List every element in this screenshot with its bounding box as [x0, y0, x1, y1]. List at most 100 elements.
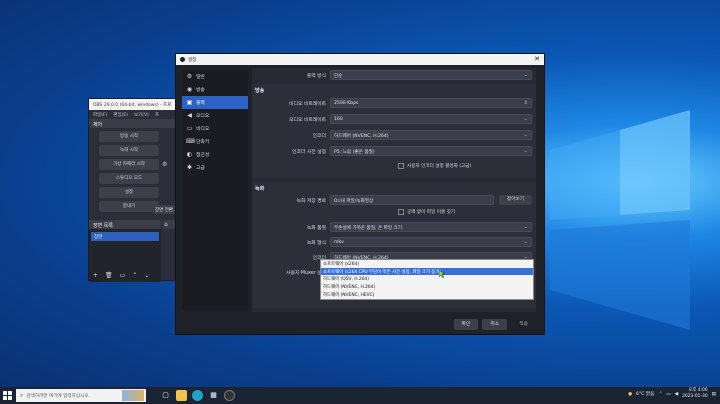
add-icon[interactable]: + [93, 272, 98, 279]
chevron-down-icon: ⌄ [523, 148, 528, 154]
volume-icon[interactable]: ◀ [675, 392, 679, 397]
no-space-filename-checkbox[interactable]: 공백 없이 파일 이름 짓기 [398, 209, 455, 215]
dropdown-option[interactable]: 소프트웨어 (x264) [321, 260, 533, 268]
exit-button[interactable]: 끝내기 [99, 201, 159, 212]
clock[interactable]: 오후 4:06 2023-01-30 [682, 388, 708, 400]
checkbox-box[interactable] [398, 209, 404, 215]
sidebar-item-general[interactable]: ⚙ 일반 [182, 70, 248, 83]
weather-text[interactable]: 6°C 맑음 [636, 391, 654, 397]
notification-icon[interactable]: ▤ [712, 392, 716, 397]
recording-quality-select[interactable]: 무손실에 가까운 품질, 큰 파일 크기 ⌄ [330, 222, 532, 232]
sidebar-item-label: 일반 [196, 75, 205, 80]
chevron-down-icon: ⌄ [523, 224, 528, 230]
controls-header: 제어 [89, 119, 179, 128]
virtual-camera-gear-icon[interactable]: ⚙ [162, 161, 167, 168]
store-icon[interactable]: ▦ [208, 390, 219, 401]
audio-bitrate-value: 160 [334, 117, 343, 122]
ok-button[interactable]: 확인 [453, 319, 479, 330]
encoder-dropdown-list[interactable]: 소프트웨어 (x264) 소프트웨어 (x264 CPU 부담이 적은 사전 설… [320, 259, 534, 300]
sidebar-item-audio[interactable]: ◀ 오디오 [182, 109, 248, 122]
sidebar-item-label: 고급 [196, 166, 205, 171]
speaker-icon: ◀ [187, 112, 192, 119]
spinner-icon: ⇕ [523, 100, 528, 106]
start-recording-button[interactable]: 녹화 시작 [99, 145, 159, 156]
settings-title: 설정 [188, 57, 197, 63]
obs-logo-icon [180, 57, 185, 62]
no-space-filename-label: 공백 없이 파일 이름 짓기 [407, 210, 456, 215]
checkbox-box[interactable] [398, 163, 404, 169]
sidebar-item-label: 출력 [196, 101, 205, 106]
settings-button[interactable]: 설정 [99, 187, 159, 198]
menu-edit[interactable]: 편집(E) [113, 112, 128, 118]
sidebar-item-video[interactable]: ▭ 비디오 [182, 122, 248, 135]
controls-panel: 방송 시작 녹화 시작 가상 카메라 시작 ⚙ 스튜디오 모드 설정 끝내기 [89, 128, 179, 215]
file-explorer-icon[interactable] [176, 390, 187, 401]
task-view-icon[interactable]: ▢ [160, 390, 171, 401]
chevron-down-icon[interactable]: ⌄ [144, 272, 149, 279]
scene-toolbar: + 🗑 ▭ ⌃ ⌄ [93, 272, 149, 279]
browse-button[interactable]: 찾아보기 [499, 195, 532, 205]
taskbar-search-input[interactable]: ⌕ 검색하려면 여기에 입력하십시오. [16, 389, 146, 402]
start-button[interactable] [0, 387, 14, 404]
settings-titlebar: 설정 ✕ [176, 54, 544, 65]
recording-path-input[interactable]: D:/내 파일/녹화영상 [330, 195, 494, 205]
stream-encoder-value: 하드웨어 (NVENC, H.264) [334, 134, 389, 139]
start-streaming-button[interactable]: 방송 시작 [99, 131, 159, 142]
obs-main-window[interactable]: OBS 29.0.0 (64-bit, windows) - 프로 파일(F) … [88, 98, 181, 282]
sidebar-item-stream[interactable]: ◉ 방송 [182, 83, 248, 96]
custom-encoder-checkbox[interactable]: 사용자 인코더 설정 활성화 (고급) [398, 163, 471, 169]
taskbar-apps: ▢ ▦ [160, 390, 235, 401]
scene-item[interactable]: 장면 [91, 232, 159, 241]
edge-icon[interactable] [192, 390, 203, 401]
start-virtual-camera-button[interactable]: 가상 카메라 시작 [99, 159, 159, 170]
streaming-header: 방송 [255, 88, 265, 94]
stream-encoder-label: 인코더 [312, 134, 326, 139]
close-icon[interactable]: ✕ [534, 55, 540, 63]
custom-encoder-label: 사용자 인코더 설정 활성화 (고급) [407, 164, 472, 169]
network-icon[interactable]: ▭ [666, 392, 670, 397]
output-mode-select[interactable]: 단순 ⌄ [330, 70, 532, 80]
dropdown-option[interactable]: 하드웨어 (NVENC, HEVC) [321, 291, 533, 299]
audio-bitrate-select[interactable]: 160 ⌄ [330, 114, 532, 124]
dropdown-option-highlighted[interactable]: 소프트웨어 (x264 CPU 부담이 적은 사전 설정, 파일 크기 증가) [321, 267, 533, 276]
sidebar-item-hotkeys[interactable]: ⌨ 단축키 [182, 135, 248, 148]
dropdown-option[interactable]: 하드웨어 (QSV, H.264) [321, 275, 533, 283]
chevron-up-icon[interactable]: ⌃ [132, 272, 137, 279]
chevron-down-icon: ⌄ [523, 239, 528, 245]
obs-menu-bar: 파일(F) 편집(E) 보기(V) 프 [89, 110, 179, 119]
recording-quality-value: 무손실에 가까운 품질, 큰 파일 크기 [334, 226, 402, 231]
studio-mode-button[interactable]: 스튜디오 모드 [99, 173, 159, 184]
obs-app-icon[interactable] [224, 390, 235, 401]
filter-icon[interactable]: ▭ [120, 272, 126, 279]
tray-chevron-icon[interactable]: ⌃ [658, 392, 662, 397]
apply-button[interactable]: 적용 [511, 319, 536, 330]
sidebar-item-accessibility[interactable]: ◐ 접근성 [182, 148, 248, 161]
keyboard-icon: ⌨ [186, 138, 195, 145]
menu-file[interactable]: 파일(F) [93, 112, 107, 118]
cancel-button[interactable]: 취소 [482, 319, 508, 330]
accessibility-icon: ◐ [186, 151, 193, 158]
output-mode-label: 출력 방식 [306, 74, 326, 79]
recording-format-label: 녹화 형식 [306, 241, 326, 246]
stream-encoder-select[interactable]: 하드웨어 (NVENC, H.264) ⌄ [330, 130, 532, 140]
sidebar-item-output[interactable]: ▣ 출력 [182, 96, 248, 109]
encoder-preset-label: 인코더 사전 설정 [292, 150, 326, 155]
dropdown-option[interactable]: 하드웨어 (NVENC, H.264) [321, 283, 533, 291]
menu-view[interactable]: 보기(V) [134, 112, 149, 118]
weather-icon: ● [628, 391, 633, 397]
gear-icon: ⚙ [186, 73, 193, 80]
clock-date: 2023-01-30 [682, 394, 708, 399]
sidebar-item-label: 방송 [196, 88, 205, 93]
output-mode-value: 단순 [334, 74, 343, 79]
sidebar-item-label: 단축키 [196, 140, 210, 145]
recording-format-select[interactable]: mkv ⌄ [330, 237, 532, 247]
trash-icon[interactable]: 🗑 [105, 272, 113, 279]
mouse-cursor-icon [439, 270, 445, 278]
sidebar-item-label: 접근성 [196, 153, 210, 158]
menu-profile[interactable]: 프 [155, 112, 159, 118]
video-bitrate-input[interactable]: 2500 Kbps ⇕ [330, 98, 532, 108]
sidebar-item-advanced[interactable]: ✱ 고급 [182, 161, 248, 174]
search-placeholder: 검색하려면 여기에 입력하십시오. [26, 393, 90, 399]
scenes-panel: 장면 목록 장면 + 🗑 ▭ ⌃ ⌄ [89, 220, 161, 282]
encoder-preset-select[interactable]: P5: 느림 (좋은 품질) ⌄ [330, 146, 532, 156]
